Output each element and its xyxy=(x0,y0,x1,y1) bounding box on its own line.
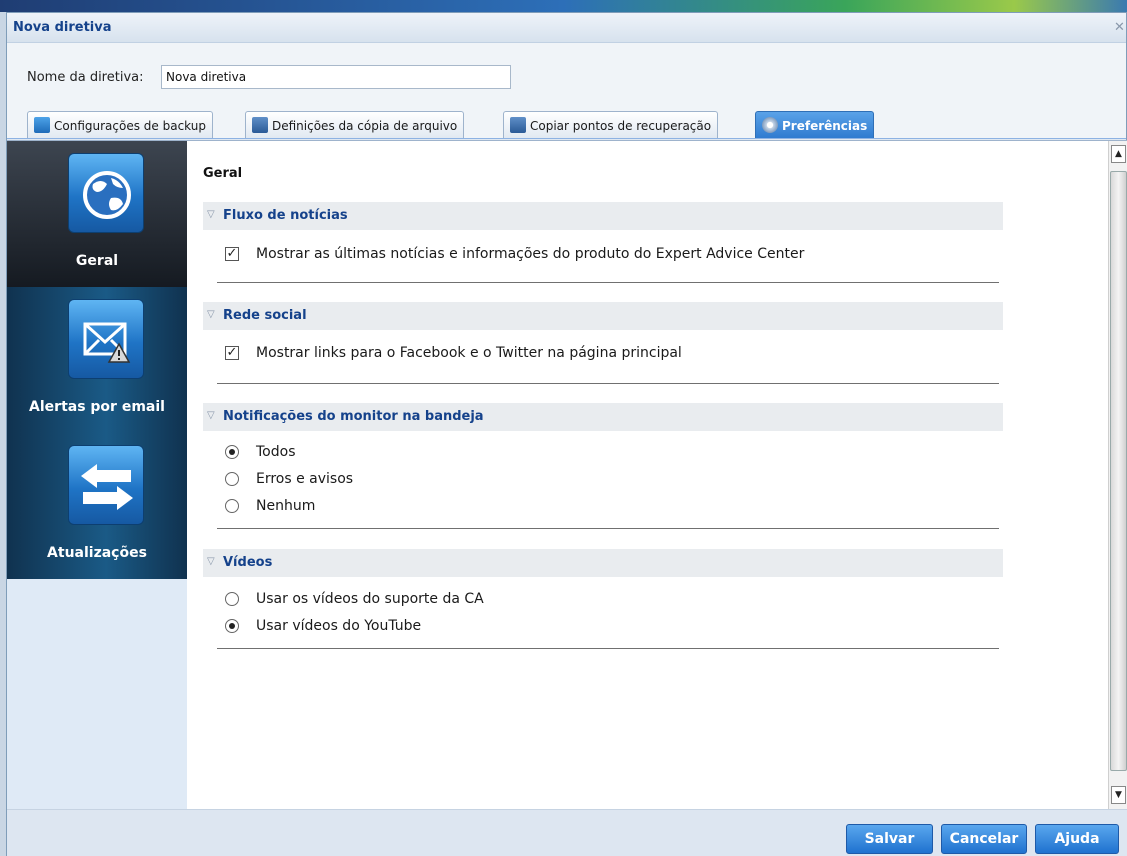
collapse-triangle-icon: ▽ xyxy=(207,410,215,421)
option-label: Todos xyxy=(256,444,296,460)
save-button[interactable]: Salvar xyxy=(846,824,933,854)
tab-label: Preferências xyxy=(782,119,868,133)
dialog-footer: Salvar Cancelar Ajuda xyxy=(7,809,1127,856)
tab-bar: Configurações de backup Definições da có… xyxy=(7,107,1126,139)
section-title: Vídeos xyxy=(223,555,273,570)
section-title: Fluxo de notícias xyxy=(223,208,348,223)
section-header-tray[interactable]: ▽ Notificações do monitor na bandeja xyxy=(203,403,1003,431)
collapse-triangle-icon: ▽ xyxy=(207,556,215,567)
dialog-title: Nova diretiva xyxy=(13,20,112,35)
preferences-panel: Geral ▽ Fluxo de notícias ✓ Mostrar as ú… xyxy=(187,141,1108,810)
email-alert-icon xyxy=(68,299,144,379)
section-divider xyxy=(217,528,999,529)
section-header-news[interactable]: ▽ Fluxo de notícias xyxy=(203,202,1003,230)
sidebar: Geral Alertas por email Atualizações xyxy=(7,141,187,810)
vertical-scrollbar[interactable]: ▲ ▼ xyxy=(1108,141,1127,810)
sidebar-item-geral[interactable]: Geral xyxy=(7,141,187,287)
section-divider xyxy=(217,282,999,283)
help-button[interactable]: Ajuda xyxy=(1035,824,1119,854)
section-header-videos[interactable]: ▽ Vídeos xyxy=(203,549,1003,577)
backup-icon xyxy=(34,117,50,133)
cancel-button[interactable]: Cancelar xyxy=(941,824,1027,854)
tab-label: Definições da cópia de arquivo xyxy=(272,119,458,133)
close-icon[interactable]: ✕ xyxy=(1114,21,1126,35)
tab-label: Configurações de backup xyxy=(54,119,206,133)
checkbox-checked[interactable]: ✓ xyxy=(225,346,239,360)
scroll-down-icon[interactable]: ▼ xyxy=(1111,786,1126,804)
file-copy-icon xyxy=(252,117,268,133)
option-label: Mostrar links para o Facebook e o Twitte… xyxy=(256,345,682,361)
section-title: Notificações do monitor na bandeja xyxy=(223,409,484,424)
recovery-points-icon xyxy=(510,117,526,133)
radio-unselected[interactable] xyxy=(225,472,239,486)
gear-icon xyxy=(762,117,778,133)
sidebar-item-label: Alertas por email xyxy=(29,399,165,415)
sidebar-item-email-alerts[interactable]: Alertas por email xyxy=(7,287,187,433)
radio-unselected[interactable] xyxy=(225,499,239,513)
radio-unselected[interactable] xyxy=(225,592,239,606)
sidebar-item-label: Geral xyxy=(75,253,119,269)
tab-file-copy-settings[interactable]: Definições da cópia de arquivo xyxy=(245,111,465,138)
policy-name-label: Nome da diretiva: xyxy=(27,70,144,85)
tab-copy-recovery-points[interactable]: Copiar pontos de recuperação xyxy=(503,111,719,138)
tab-preferences[interactable]: Preferências xyxy=(755,111,875,138)
option-label: Nenhum xyxy=(256,498,316,514)
sidebar-item-updates[interactable]: Atualizações xyxy=(7,433,187,579)
scroll-up-icon[interactable]: ▲ xyxy=(1111,145,1126,163)
content-area: Geral Alertas por email Atualizações Ger… xyxy=(7,140,1127,810)
tab-label: Copiar pontos de recuperação xyxy=(530,119,712,133)
panel-heading: Geral xyxy=(203,166,243,181)
policy-name-input[interactable] xyxy=(161,65,511,89)
collapse-triangle-icon: ▽ xyxy=(207,209,215,220)
section-divider xyxy=(217,383,999,384)
section-divider xyxy=(217,648,999,649)
policy-name-row: Nome da diretiva: xyxy=(7,43,1126,107)
sidebar-item-label: Atualizações xyxy=(47,545,147,561)
checkbox-checked[interactable]: ✓ xyxy=(225,247,239,261)
scrollbar-thumb[interactable] xyxy=(1110,171,1127,771)
section-header-social[interactable]: ▽ Rede social xyxy=(203,302,1003,330)
globe-icon xyxy=(68,153,144,233)
option-label: Usar vídeos do YouTube xyxy=(256,618,422,634)
option-label: Mostrar as últimas notícias e informaçõe… xyxy=(256,246,805,262)
option-label: Usar os vídeos do suporte da CA xyxy=(256,591,484,607)
updates-arrows-icon xyxy=(68,445,144,525)
policy-dialog: Nova diretiva ✕ Nome da diretiva: Config… xyxy=(6,12,1127,856)
section-title: Rede social xyxy=(223,308,307,323)
radio-selected[interactable] xyxy=(225,445,239,459)
top-banner-strip xyxy=(0,0,1127,12)
tab-backup-settings[interactable]: Configurações de backup xyxy=(27,111,213,138)
radio-selected[interactable] xyxy=(225,619,239,633)
option-label: Erros e avisos xyxy=(256,471,354,487)
dialog-titlebar: Nova diretiva ✕ xyxy=(7,13,1126,43)
collapse-triangle-icon: ▽ xyxy=(207,309,215,320)
